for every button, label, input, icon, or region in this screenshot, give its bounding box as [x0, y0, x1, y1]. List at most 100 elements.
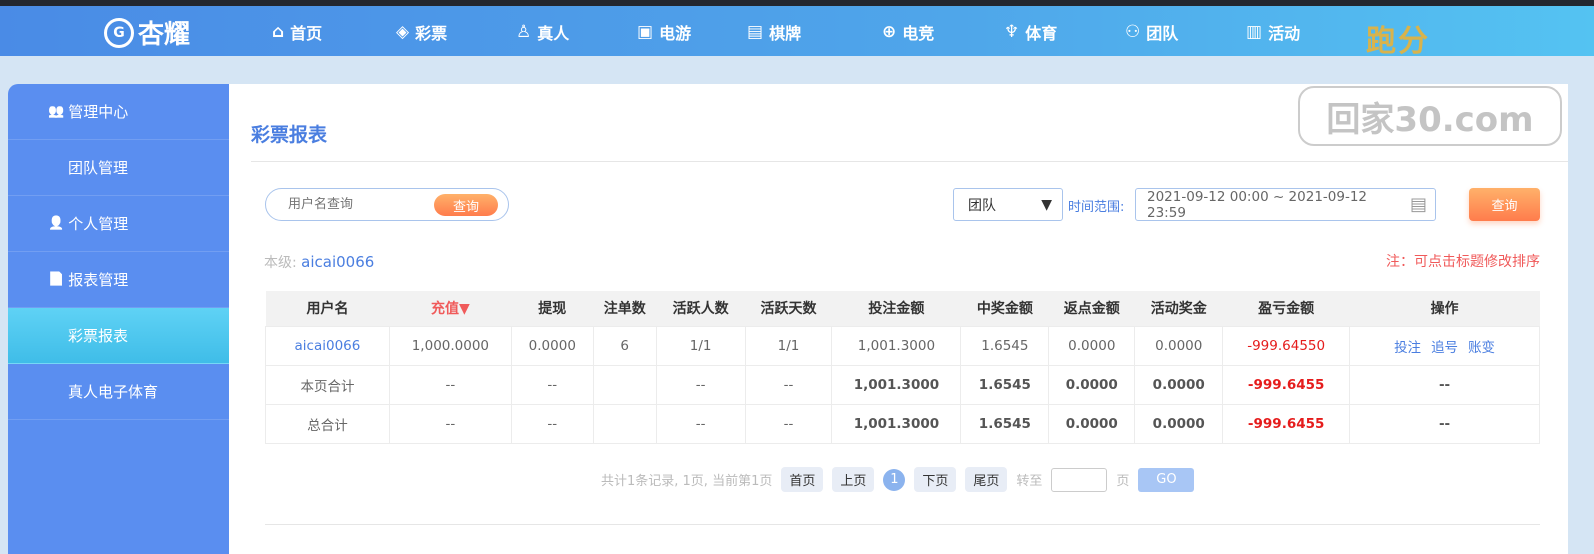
column-header[interactable]: 充值▼	[389, 291, 512, 326]
nav-item-8[interactable]: ▥ 活动	[1246, 20, 1300, 44]
column-header[interactable]: 盈亏金额	[1222, 291, 1350, 326]
table-cell: 1.6545	[960, 325, 1050, 366]
level-user-link[interactable]: aicai0066	[301, 253, 374, 271]
column-header[interactable]: 活动奖金	[1134, 291, 1223, 326]
team-icon: 👥	[48, 104, 65, 119]
column-header[interactable]: 返点金额	[1048, 291, 1135, 326]
table-cell: 1/1	[744, 325, 833, 366]
column-header[interactable]: 活跃天数	[745, 291, 832, 326]
go-button[interactable]: GO	[1138, 467, 1195, 492]
table-cell: 本页合计	[265, 364, 390, 405]
next-page-button[interactable]: 下页	[914, 467, 957, 492]
logo-badge-icon: G	[104, 17, 134, 48]
column-header[interactable]: 提现	[511, 291, 594, 326]
table-cell: 1,001.3000	[831, 325, 962, 366]
nav-item-0[interactable]: ⌂ 首页	[272, 20, 322, 44]
sidebar-item-2[interactable]: 👤 个人管理	[8, 196, 229, 252]
table-cell: 总合计	[265, 403, 390, 444]
nav-item-5[interactable]: ⊕ 电竞	[882, 20, 934, 44]
column-header[interactable]: 中奖金额	[960, 291, 1049, 326]
username-search: 查询	[265, 188, 509, 221]
table-cell: 1,001.3000	[831, 364, 962, 405]
nav-item-label: 首页	[290, 24, 323, 43]
sort-note: 注：可点击标题修改排序	[1386, 254, 1540, 270]
scope-select-value: 团队	[968, 197, 996, 214]
logo[interactable]: G 杏耀	[104, 14, 190, 51]
level-label: 本级:	[264, 255, 297, 271]
logo-text: 杏耀	[138, 20, 191, 50]
username-search-button[interactable]: 查询	[434, 194, 498, 216]
promo-paofen[interactable]: 跑分	[1366, 16, 1430, 60]
sidebar-item-label: 彩票报表	[68, 327, 129, 345]
operations-cell: 投注 追号 账变	[1349, 325, 1540, 366]
nav-item-3[interactable]: ▣ 电游	[637, 20, 691, 44]
op-link[interactable]: 投注	[1394, 340, 1421, 356]
nav-item-2[interactable]: ♙ 真人	[516, 20, 569, 44]
dropdown-arrow-icon: ▼	[1041, 196, 1052, 213]
column-header[interactable]: 活跃人数	[656, 291, 746, 326]
column-header[interactable]: 操作	[1349, 291, 1540, 326]
page-title: 彩票报表	[251, 124, 328, 146]
table-cell: 0.0000	[1134, 325, 1224, 366]
watermark: 回家30.com	[1298, 86, 1562, 146]
team-icon: ⚇	[1125, 22, 1141, 42]
calendar-icon[interactable]: ▤	[1410, 194, 1427, 215]
home-icon: ⌂	[272, 22, 285, 42]
date-range-input[interactable]: 2021-09-12 00:00 ~ 2021-09-12 23:59 ▤	[1135, 188, 1436, 221]
table-cell: 1.6545	[960, 364, 1050, 405]
prev-page-button[interactable]: 上页	[832, 467, 875, 492]
table-cell[interactable]: aicai0066	[265, 325, 390, 366]
person-icon: ♙	[516, 22, 532, 42]
table-cell: --	[655, 364, 746, 405]
gift-icon: ▥	[1246, 22, 1263, 42]
column-header[interactable]: 注单数	[593, 291, 657, 326]
goto-label: 转至	[1016, 474, 1043, 489]
sidebar-item-0[interactable]: 👥 管理中心	[8, 84, 229, 140]
table-cell: 0.0000	[1048, 403, 1136, 444]
column-header[interactable]: 用户名	[265, 291, 390, 326]
sidebar-item-5[interactable]: 真人电子体育	[8, 364, 229, 420]
column-header[interactable]: 投注金额	[831, 291, 961, 326]
table-cell: 1/1	[655, 325, 746, 366]
sidebar-item-label: 报表管理	[68, 271, 129, 289]
top-nav: G 杏耀 ⌂ 首页 ◈ 彩票 ♙ 真人 ▣ 电游 ▤ 棋牌 ⊕ 电竞 ♆ 体育 ⚇ 团队 ▥ 活动 跑分	[0, 6, 1594, 59]
table-cell: 0.0000	[510, 325, 594, 366]
nav-item-7[interactable]: ⚇ 团队	[1125, 20, 1178, 44]
query-button[interactable]: 查询	[1469, 188, 1540, 221]
nav-item-6[interactable]: ♆ 体育	[1004, 20, 1057, 44]
current-level: 本级: aicai0066	[264, 252, 374, 272]
first-page-button[interactable]: 首页	[781, 467, 824, 492]
nav-item-label: 彩票	[415, 24, 448, 43]
current-page[interactable]: 1	[883, 468, 906, 491]
op-link[interactable]: 账变	[1468, 340, 1495, 356]
sidebar-item-1[interactable]: 团队管理	[8, 140, 229, 196]
nav-item-label: 电游	[659, 24, 692, 43]
table-cell: --	[510, 403, 594, 444]
table-cell: 0.0000	[1134, 403, 1224, 444]
date-range-value: 2021-09-12 00:00 ~ 2021-09-12 23:59	[1147, 188, 1368, 221]
pager-summary: 共计1条记录, 1页, 当前第1页	[601, 474, 773, 489]
nav-item-1[interactable]: ◈ 彩票	[396, 20, 447, 44]
table-cell: --	[744, 364, 833, 405]
user-icon: 👤	[48, 216, 65, 231]
last-page-button[interactable]: 尾页	[965, 467, 1008, 492]
nav-item-label: 真人	[537, 24, 570, 43]
gamepad-icon: ⊕	[882, 22, 897, 42]
nav-item-label: 活动	[1268, 24, 1301, 43]
sidebar-item-3[interactable]: 📄 报表管理	[8, 252, 229, 308]
op-link[interactable]: 追号	[1431, 340, 1458, 356]
nav-item-4[interactable]: ▤ 棋牌	[747, 20, 801, 44]
sidebar: 👥 管理中心 团队管理 👤 个人管理 📄 报表管理 彩票报表 真人电子体育	[8, 84, 229, 554]
sidebar-item-label: 管理中心	[68, 103, 129, 121]
divider	[265, 524, 1540, 525]
sidebar-item-4[interactable]: 彩票报表	[8, 308, 229, 364]
table-cell: 1,000.0000	[388, 325, 512, 366]
table-cell: --	[388, 403, 512, 444]
time-range-label: 时间范围:	[1068, 200, 1125, 215]
username-search-input[interactable]	[288, 197, 428, 212]
scope-select[interactable]: 团队 ▼	[953, 188, 1063, 221]
goto-page-input[interactable]	[1051, 467, 1108, 492]
main-panel: 彩票报表 查询 团队 ▼ 时间范围: 2021-09-12 00:00 ~ 202…	[229, 84, 1568, 554]
table-cell	[592, 364, 657, 405]
table-cell: --	[744, 403, 833, 444]
